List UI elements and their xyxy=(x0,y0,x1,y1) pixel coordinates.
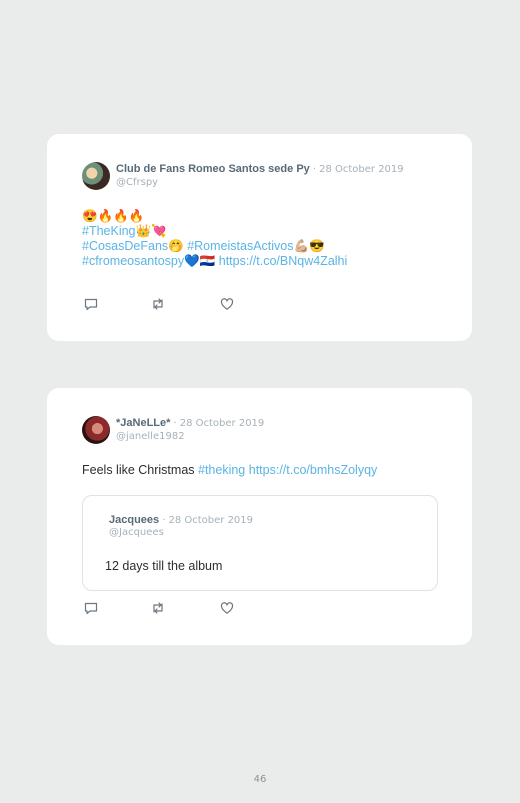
avatar[interactable] xyxy=(82,162,110,190)
tweet-date[interactable]: 28 October 2019 xyxy=(319,164,404,175)
emoji-text: 🤭 xyxy=(168,239,188,253)
emoji-text: 😍🔥🔥🔥 xyxy=(82,209,145,223)
page-number: 46 xyxy=(253,774,267,785)
tweet-header: *JaNeLLe* · 28 October 2019 xyxy=(116,417,264,429)
quoted-author-handle[interactable]: @Jacquees xyxy=(109,527,164,538)
like-icon[interactable] xyxy=(219,600,235,616)
emoji-text: 💪🏼😎 xyxy=(293,239,325,253)
tweet-line: #cfromeosantospy💙🇵🇾 https://t.co/BNqw4Za… xyxy=(82,254,347,269)
emoji-text: 👑💘 xyxy=(135,224,167,238)
reply-icon[interactable] xyxy=(83,600,99,616)
tweet-actions xyxy=(83,600,243,616)
tweet-header: Club de Fans Romeo Santos sede Py · 28 O… xyxy=(116,163,404,175)
like-icon[interactable] xyxy=(219,296,235,312)
retweet-icon[interactable] xyxy=(150,600,166,616)
url-link[interactable]: https://t.co/bmhsZolyqy xyxy=(249,463,378,477)
tweet-card: Club de Fans Romeo Santos sede Py · 28 O… xyxy=(47,134,472,341)
tweet-actions xyxy=(83,296,243,312)
tweet-date[interactable]: 28 October 2019 xyxy=(180,418,265,429)
author-handle[interactable]: @Cfrspy xyxy=(116,177,158,188)
separator: · xyxy=(173,418,177,429)
hashtag-link[interactable]: #CosasDeFans xyxy=(82,239,168,253)
tweet-text: Feels like Christmas #theking https://t.… xyxy=(82,463,377,478)
url-link[interactable]: https://t.co/BNqw4Zalhi xyxy=(219,254,348,268)
emoji-text: 💙🇵🇾 xyxy=(184,254,219,268)
hashtag-link[interactable]: #TheKing xyxy=(82,224,136,238)
author-name[interactable]: Club de Fans Romeo Santos sede Py xyxy=(116,163,310,175)
quoted-text: 12 days till the album xyxy=(105,559,223,573)
avatar[interactable] xyxy=(82,416,110,444)
retweet-icon[interactable] xyxy=(150,296,166,312)
tweet-line: 😍🔥🔥🔥 xyxy=(82,209,347,224)
tweet-line: #CosasDeFans🤭 #RomeistasActivos💪🏼😎 xyxy=(82,239,347,254)
hashtag-link[interactable]: #RomeistasActivos xyxy=(187,239,293,253)
separator: · xyxy=(162,515,166,526)
tweet-text: 😍🔥🔥🔥 #TheKing👑💘 #CosasDeFans🤭 #Romeistas… xyxy=(82,209,347,269)
author-handle[interactable]: @janelle1982 xyxy=(116,431,185,442)
hashtag-link[interactable]: #theking xyxy=(198,463,245,477)
quoted-author-name[interactable]: Jacquees xyxy=(109,514,159,526)
hashtag-link[interactable]: #cfromeosantospy xyxy=(82,254,184,268)
reply-icon[interactable] xyxy=(83,296,99,312)
quoted-header: Jacquees · 28 October 2019 xyxy=(109,514,253,526)
tweet-body-text: Feels like Christmas xyxy=(82,463,198,477)
tweet-card: *JaNeLLe* · 28 October 2019 @janelle1982… xyxy=(47,388,472,645)
quoted-date[interactable]: 28 October 2019 xyxy=(168,515,253,526)
tweet-line: #TheKing👑💘 xyxy=(82,224,347,239)
separator: · xyxy=(312,164,317,175)
author-name[interactable]: *JaNeLLe* xyxy=(116,417,170,429)
quoted-tweet[interactable]: Jacquees · 28 October 2019 @Jacquees 12 … xyxy=(82,495,438,591)
